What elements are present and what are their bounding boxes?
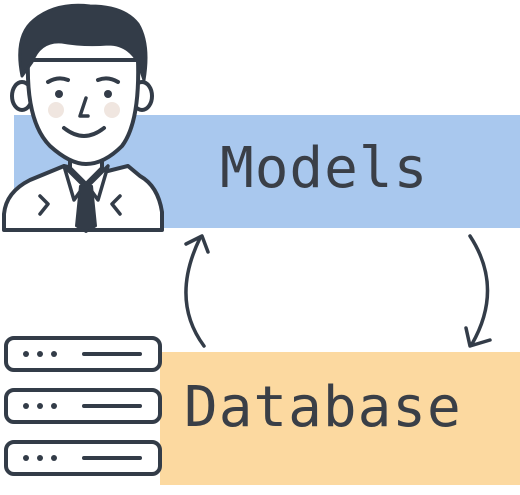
person-eye-left bbox=[55, 90, 63, 98]
person-ear-right bbox=[130, 80, 154, 112]
person-nose bbox=[78, 96, 90, 118]
server-unit bbox=[4, 336, 162, 372]
person-eyebrow-right bbox=[96, 76, 120, 84]
person-eye-right bbox=[104, 90, 112, 98]
database-label: Database bbox=[184, 375, 462, 440]
models-label: Models bbox=[220, 136, 429, 201]
person-eyebrow-left bbox=[46, 76, 70, 84]
server-unit bbox=[4, 388, 162, 424]
person-ear-left bbox=[10, 80, 34, 112]
curved-arrow-down-icon bbox=[464, 234, 492, 348]
models-node: Models bbox=[14, 115, 520, 228]
server-unit bbox=[4, 440, 162, 476]
person-hair bbox=[18, 3, 148, 82]
server-stack-icon bbox=[4, 336, 162, 476]
curved-arrow-up-icon bbox=[184, 234, 210, 348]
database-node: Database bbox=[160, 352, 520, 485]
